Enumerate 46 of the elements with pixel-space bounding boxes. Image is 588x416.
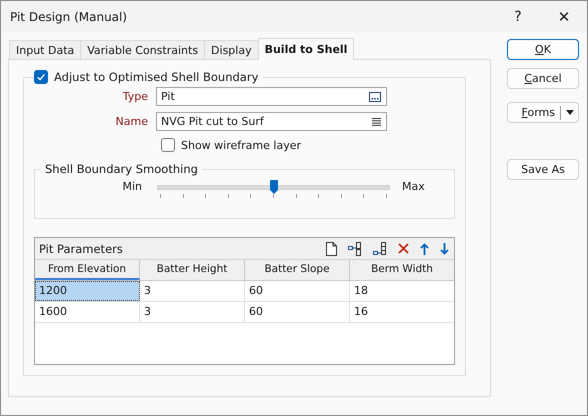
input-field[interactable]: Pit bbox=[156, 87, 387, 106]
tab[interactable]: Variable Constraints bbox=[80, 40, 206, 59]
group-title: Shell Boundary Smoothing bbox=[44, 162, 199, 176]
forms-button[interactable]: Forms bbox=[507, 102, 579, 123]
checkbox[interactable] bbox=[34, 70, 48, 84]
slider-thumb[interactable] bbox=[270, 180, 278, 194]
table-cell[interactable]: 60 bbox=[245, 302, 350, 322]
delete-icon[interactable] bbox=[398, 243, 409, 254]
tab[interactable]: Display bbox=[204, 40, 259, 59]
checkbox-label: Show wireframe layer bbox=[181, 138, 301, 152]
column-header[interactable]: Batter Height bbox=[140, 260, 245, 280]
table-cell[interactable]: 60 bbox=[245, 281, 350, 301]
arrow-up-icon[interactable] bbox=[420, 242, 429, 254]
help-button[interactable]: ? bbox=[495, 1, 541, 32]
arrow-down-icon[interactable] bbox=[440, 242, 449, 254]
tab[interactable]: Build to Shell bbox=[258, 38, 354, 60]
field-label: Type bbox=[122, 90, 149, 103]
dialog-button[interactable]: Save As bbox=[507, 159, 579, 180]
table-cell[interactable]: 1600 bbox=[35, 302, 140, 322]
table-cell[interactable]: 1200 bbox=[35, 281, 140, 301]
insert-row-icon[interactable] bbox=[348, 242, 362, 256]
column-header[interactable]: Berm Width bbox=[350, 260, 454, 280]
checkbox[interactable] bbox=[161, 138, 175, 152]
dropdown-caret-icon[interactable] bbox=[566, 110, 574, 115]
check-icon bbox=[36, 72, 46, 82]
append-row-icon[interactable] bbox=[373, 242, 387, 256]
input-field[interactable]: NVG Pit cut to Surf bbox=[156, 112, 387, 131]
table-cell[interactable]: 3 bbox=[140, 302, 245, 322]
window-title: Pit Design (Manual) bbox=[9, 10, 128, 24]
browse-icon[interactable] bbox=[369, 92, 381, 102]
slider-max-label: Max bbox=[401, 180, 425, 193]
slider-min-label: Min bbox=[121, 180, 143, 193]
table-cell[interactable]: 16 bbox=[350, 302, 454, 322]
table-cell[interactable]: 18 bbox=[350, 281, 454, 301]
dialog-button[interactable]: Cancel bbox=[507, 68, 579, 89]
table-cell[interactable]: 3 bbox=[140, 281, 245, 301]
tab[interactable]: Input Data bbox=[9, 40, 82, 59]
list-icon[interactable] bbox=[372, 118, 381, 126]
grid-title: Pit Parameters bbox=[39, 242, 123, 256]
slider[interactable] bbox=[157, 180, 390, 198]
close-button[interactable]: ✕ bbox=[541, 1, 587, 32]
field-label: Name bbox=[114, 115, 149, 128]
checkbox-label: Adjust to Optimised Shell Boundary bbox=[54, 70, 258, 84]
new-document-icon[interactable] bbox=[326, 242, 337, 256]
column-header[interactable]: Batter Slope bbox=[245, 260, 350, 280]
ok-button[interactable]: OK bbox=[507, 39, 579, 60]
